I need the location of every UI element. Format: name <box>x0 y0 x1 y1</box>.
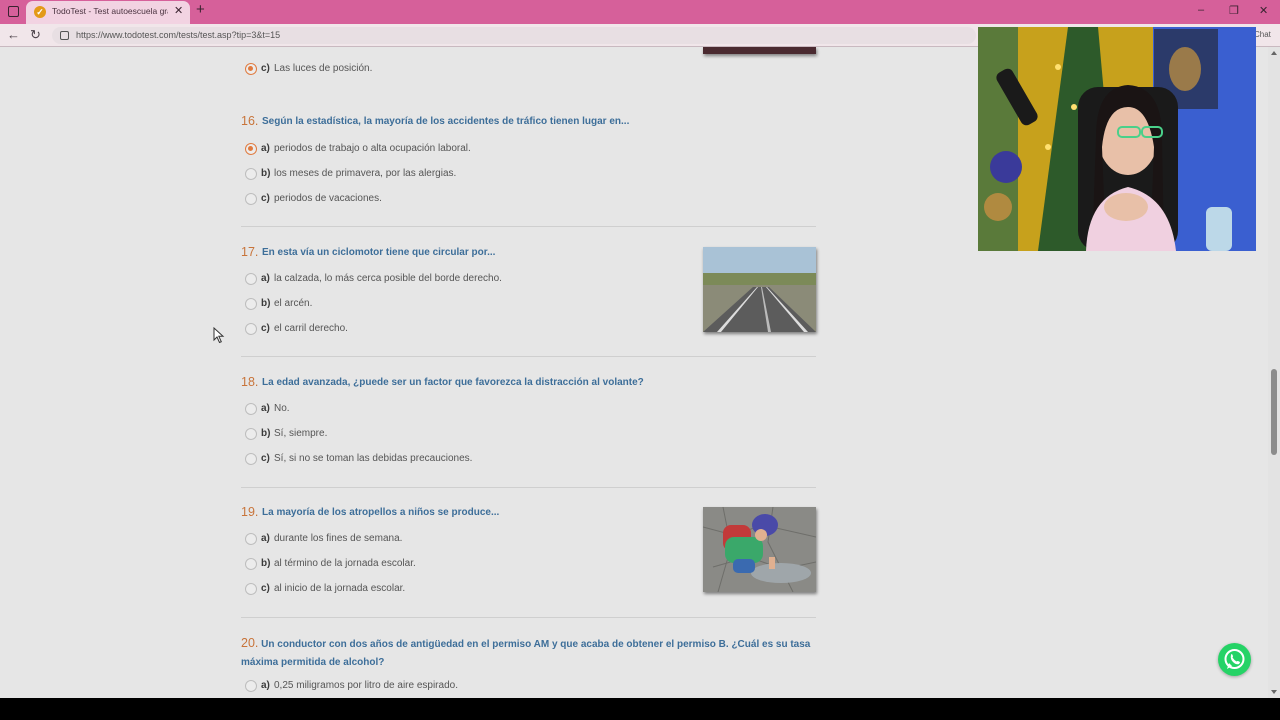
scroll-thumb[interactable] <box>1271 369 1277 455</box>
maximize-icon[interactable]: ❐ <box>1229 4 1239 17</box>
question-number: 17. <box>241 245 259 259</box>
favicon-icon: ✓ <box>34 6 46 18</box>
whatsapp-icon[interactable] <box>1218 643 1251 676</box>
url-field[interactable]: https://www.todotest.com/tests/test.asp?… <box>52 27 976 44</box>
option-letter: c) <box>261 453 270 464</box>
option-text: al término de la jornada escolar. <box>274 558 416 569</box>
chat-label[interactable]: Chat <box>1254 30 1271 39</box>
radio-button[interactable] <box>245 680 257 692</box>
option-text: el arcén. <box>274 298 313 309</box>
close-tab-icon[interactable]: ✕ <box>174 4 183 17</box>
question-text: 20. Un conductor con dos años de antigüe… <box>241 634 821 672</box>
radio-button[interactable] <box>245 168 257 180</box>
minimize-icon[interactable]: – <box>1198 4 1204 16</box>
child-puddle-photo <box>703 507 816 592</box>
new-tab-icon[interactable]: + <box>196 1 205 18</box>
tab-actions-icon[interactable] <box>8 6 19 17</box>
road-photo <box>703 247 816 332</box>
option-text: Sí, siempre. <box>274 428 328 439</box>
option-letter: a) <box>261 533 270 544</box>
option-letter: a) <box>261 143 270 154</box>
bottom-bar <box>0 698 1280 720</box>
option-text: la calzada, lo más cerca posible del bor… <box>274 273 502 284</box>
option-text: los meses de primavera, por las alergias… <box>274 168 457 179</box>
lock-icon[interactable] <box>60 31 69 40</box>
radio-button[interactable] <box>245 273 257 285</box>
radio-button[interactable] <box>245 63 257 75</box>
radio-button[interactable] <box>245 143 257 155</box>
option-text: durante los fines de semana. <box>274 533 403 544</box>
option-text: 0,25 miligramos por litro de aire espira… <box>274 680 458 691</box>
question-text: En esta vía un ciclomotor tiene que circ… <box>262 247 496 258</box>
question-number: 19. <box>241 505 259 519</box>
question-number: 18. <box>241 375 259 389</box>
option-text: Sí, si no se toman las debidas precaucio… <box>274 453 473 464</box>
radio-button[interactable] <box>245 558 257 570</box>
close-window-icon[interactable]: ✕ <box>1259 4 1268 17</box>
tab-title: TodoTest - Test autoescuela gratis <box>52 6 168 16</box>
option-letter: a) <box>261 403 270 414</box>
radio-button[interactable] <box>245 428 257 440</box>
divider <box>241 487 816 488</box>
divider <box>241 356 816 357</box>
scroll-up-icon[interactable] <box>1271 51 1277 55</box>
cursor-icon <box>213 327 225 344</box>
radio-button[interactable] <box>245 298 257 310</box>
question-number: 16. <box>241 114 259 128</box>
title-bar: ✓ TodoTest - Test autoescuela gratis ✕ +… <box>0 0 1280 24</box>
previous-question-image <box>703 47 816 54</box>
option-letter: b) <box>261 298 271 309</box>
option-text: periodos de trabajo o alta ocupación lab… <box>274 143 471 154</box>
option-letter: c) <box>261 193 270 204</box>
question-number: 20. <box>241 636 259 650</box>
option-text: al inicio de la jornada escolar. <box>274 583 406 594</box>
scroll-down-icon[interactable] <box>1271 690 1277 694</box>
radio-button[interactable] <box>245 453 257 465</box>
option-letter: c) <box>261 323 270 334</box>
option-letter: a) <box>261 273 270 284</box>
radio-button[interactable] <box>245 533 257 545</box>
url-text: https://www.todotest.com/tests/test.asp?… <box>76 30 281 40</box>
webcam-overlay <box>978 27 1256 251</box>
question-text-content: Un conductor con dos años de antigüedad … <box>241 639 811 668</box>
browser-tab[interactable]: ✓ TodoTest - Test autoescuela gratis ✕ <box>26 1 190 24</box>
option-text: Las luces de posición. <box>274 63 373 74</box>
option-letter: b) <box>261 558 271 569</box>
radio-button[interactable] <box>245 403 257 415</box>
question-text: Según la estadística, la mayoría de los … <box>262 116 630 127</box>
radio-button[interactable] <box>245 583 257 595</box>
option-letter: c) <box>261 583 270 594</box>
question-text: La edad avanzada, ¿puede ser un factor q… <box>262 377 644 388</box>
option-text: No. <box>274 403 290 414</box>
question-text: La mayoría de los atropellos a niños se … <box>262 507 500 518</box>
radio-button[interactable] <box>245 323 257 335</box>
scrollbar[interactable] <box>1268 47 1280 698</box>
option-letter: a) <box>261 680 270 691</box>
divider <box>241 226 816 227</box>
reload-icon[interactable]: ↻ <box>30 27 41 43</box>
option-letter: b) <box>261 428 271 439</box>
option-letter: c) <box>261 63 270 74</box>
option-text: el carril derecho. <box>274 323 348 334</box>
option-text: periodos de vacaciones. <box>274 193 382 204</box>
divider <box>241 617 816 618</box>
option-letter: b) <box>261 168 271 179</box>
radio-button[interactable] <box>245 193 257 205</box>
back-arrow-icon[interactable]: ← <box>7 27 20 42</box>
